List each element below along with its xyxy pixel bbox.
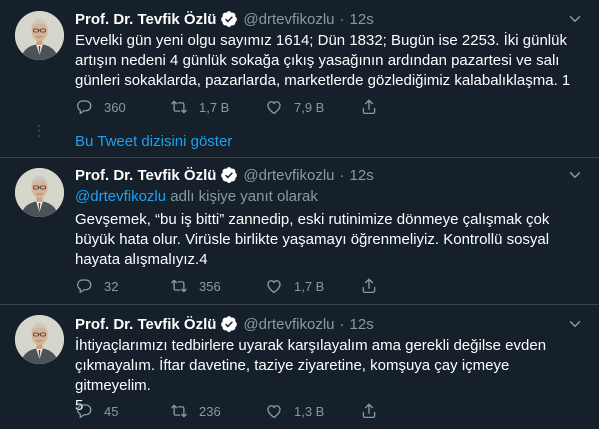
separator: · [339,315,345,333]
avatar[interactable] [15,168,64,217]
retweet-icon [170,98,188,116]
timestamp[interactable]: 12s [350,11,374,28]
avatar[interactable] [15,11,64,60]
tweet-text-line: çıkmayalım. İftar davetine, taziye ziyar… [75,357,510,394]
reply-button[interactable]: 45 [75,402,170,420]
reply-count: 32 [104,278,119,294]
tweet-text: Evvelki gün yeni olgu sayımız 1614; Dün … [75,31,580,91]
author-name[interactable]: Prof. Dr. Tevfik Özlü [75,167,216,184]
chevron-down-icon[interactable] [565,314,585,334]
reply-button[interactable]: 32 [75,277,170,295]
reply-count: 360 [104,99,126,115]
timestamp[interactable]: 12s [350,167,374,184]
verified-badge-icon [220,10,238,28]
chevron-down-icon[interactable] [565,165,585,185]
author-handle[interactable]: @drtevfikozlu [243,316,334,333]
share-button[interactable] [360,277,455,295]
thread-connector-dot [38,135,40,137]
tweet-1[interactable]: Prof. Dr. Tevfik Özlü @drtevfikozlu · 12… [0,0,599,130]
share-icon [360,98,378,116]
share-button[interactable] [360,402,455,420]
like-icon [265,277,283,295]
like-count: 7,9 B [294,99,325,115]
reply-icon [75,277,93,295]
chevron-down-icon[interactable] [565,9,585,29]
retweet-icon [170,402,188,420]
retweet-icon [170,277,188,295]
retweet-count: 236 [199,403,221,419]
like-button[interactable]: 1,7 B [265,277,360,295]
like-icon [265,98,283,116]
share-icon [360,402,378,420]
like-button[interactable]: 1,3 B [265,402,360,420]
tweet-actions: 32 356 1,7 B [75,276,455,296]
tweet-text-line: Gevşemek, “bu iş bitti” zannedip, eski r… [75,211,550,228]
tweet-text-line: hayata alışmalıyız.4 [75,251,208,268]
retweet-button[interactable]: 236 [170,402,265,420]
verified-badge-icon [220,166,238,184]
like-count: 1,7 B [294,278,325,294]
tweet-text-line: Evvelki gün yeni olgu sayımız 1614; Dün … [75,32,567,49]
thread-connector-dot [38,125,40,127]
reply-count: 45 [104,403,119,419]
separator: · [339,10,345,28]
timestamp[interactable]: 12s [350,316,374,333]
reply-mention-link[interactable]: @drtevfikozlu [75,188,166,205]
author-name[interactable]: Prof. Dr. Tevfik Özlü [75,11,216,28]
reply-context-text: adlı kişiye yanıt olarak [166,188,318,205]
retweet-count: 356 [199,278,221,294]
share-icon [360,277,378,295]
retweet-button[interactable]: 1,7 B [170,98,265,116]
tweet-actions: 360 1,7 B 7,9 B [75,97,455,117]
reply-icon [75,402,93,420]
tweet-2[interactable]: Prof. Dr. Tevfik Özlü @drtevfikozlu · 12… [0,158,599,303]
reply-icon [75,98,93,116]
like-count: 1,3 B [294,403,325,419]
show-thread-link[interactable]: Bu Tweet dizisini göster [75,133,232,150]
reply-context: @drtevfikozlu adlı kişiye yanıt olarak [75,187,318,207]
thread-connector-dot [38,130,40,132]
author-handle[interactable]: @drtevfikozlu [243,167,334,184]
retweet-button[interactable]: 356 [170,277,265,295]
tweet-header: Prof. Dr. Tevfik Özlü @drtevfikozlu · 12… [75,9,374,29]
author-name[interactable]: Prof. Dr. Tevfik Özlü [75,316,216,333]
reply-button[interactable]: 360 [75,98,170,116]
tweet-3[interactable]: Prof. Dr. Tevfik Özlü @drtevfikozlu · 12… [0,305,599,429]
tweet-text-line: büyük hata olur. Virüsle birlikte yaşama… [75,231,550,248]
avatar[interactable] [15,315,64,364]
tweet-text-line: artışın nedeni 4 günlük sokağa çıkış yas… [75,52,560,69]
tweet-text-line: günleri sokaklarda, pazarlarda, marketle… [75,72,571,89]
like-icon [265,402,283,420]
tweet-text: Gevşemek, “bu iş bitti” zannedip, eski r… [75,210,580,270]
author-handle[interactable]: @drtevfikozlu [243,11,334,28]
tweet-actions: 45 236 1,3 B [75,401,455,421]
like-button[interactable]: 7,9 B [265,98,360,116]
tweet-text-line: İhtiyaçlarımızı tedbirlere uyarak karşıl… [75,337,547,354]
tweet-header: Prof. Dr. Tevfik Özlü @drtevfikozlu · 12… [75,165,374,185]
separator: · [339,166,345,184]
retweet-count: 1,7 B [199,99,230,115]
verified-badge-icon [220,315,238,333]
share-button[interactable] [360,98,455,116]
tweet-header: Prof. Dr. Tevfik Özlü @drtevfikozlu · 12… [75,314,374,334]
